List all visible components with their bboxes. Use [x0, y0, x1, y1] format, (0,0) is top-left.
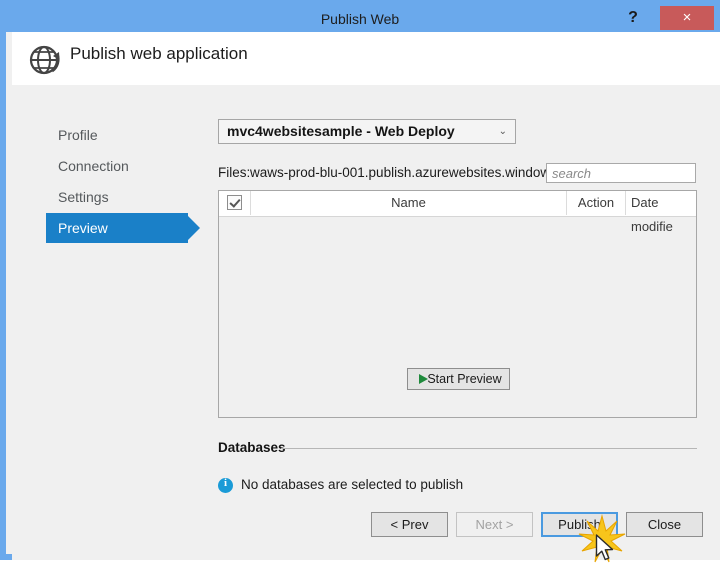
cancel-close-button[interactable]: Close	[626, 512, 703, 537]
column-header-name[interactable]: Name	[251, 191, 567, 215]
databases-section-divider	[281, 448, 697, 449]
databases-section-title: Databases	[218, 440, 286, 455]
close-window-button[interactable]: ×	[660, 6, 714, 30]
dialog-body: Profile Connection Settings Preview mvc4…	[12, 85, 720, 560]
select-all-checkbox[interactable]	[227, 195, 242, 210]
start-preview-label: Start Preview	[427, 372, 502, 386]
file-list-header: Name Action Date modifie	[219, 191, 696, 234]
publish-profile-value: mvc4websitesample - Web Deploy	[227, 123, 455, 139]
publish-web-dialog: Publish Web ? × Publish web application …	[0, 0, 720, 563]
help-button[interactable]: ?	[620, 6, 646, 30]
select-all-column[interactable]	[219, 191, 251, 215]
dialog-header: Publish web application	[12, 32, 720, 85]
files-label: Files:	[218, 165, 251, 180]
column-header-date-modified[interactable]: Date modifie	[626, 191, 696, 234]
search-input[interactable]	[546, 163, 696, 183]
sidebar-item-preview[interactable]: Preview	[46, 213, 188, 243]
sidebar-item-profile[interactable]: Profile	[50, 120, 98, 150]
window-title: Publish Web	[320, 11, 400, 27]
page-title: Publish web application	[70, 44, 248, 63]
sidebar-item-settings[interactable]: Settings	[50, 182, 109, 212]
sidebar-item-connection[interactable]: Connection	[50, 151, 129, 181]
files-path-value: waws-prod-blu-001.publish.azurewebsites.…	[250, 165, 580, 180]
column-header-action[interactable]: Action	[567, 191, 626, 215]
publish-button[interactable]: Publish	[541, 512, 618, 537]
start-preview-button[interactable]: Start Preview	[407, 368, 510, 390]
file-list-panel: Name Action Date modifie Start Preview	[218, 190, 697, 418]
chevron-down-icon: ⌄	[498, 126, 507, 137]
info-icon	[218, 477, 233, 493]
play-icon	[419, 374, 428, 384]
databases-status-text: No databases are selected to publish	[241, 477, 464, 492]
next-button: Next >	[456, 512, 533, 537]
selected-step-arrow-icon	[188, 216, 200, 240]
globe-publish-icon	[26, 40, 66, 78]
title-bar: Publish Web ? ×	[6, 6, 714, 32]
prev-button[interactable]: < Prev	[371, 512, 448, 537]
wizard-sidebar: Profile Connection Settings Preview	[12, 85, 212, 525]
publish-profile-dropdown[interactable]: mvc4websitesample - Web Deploy ⌄	[218, 119, 516, 144]
